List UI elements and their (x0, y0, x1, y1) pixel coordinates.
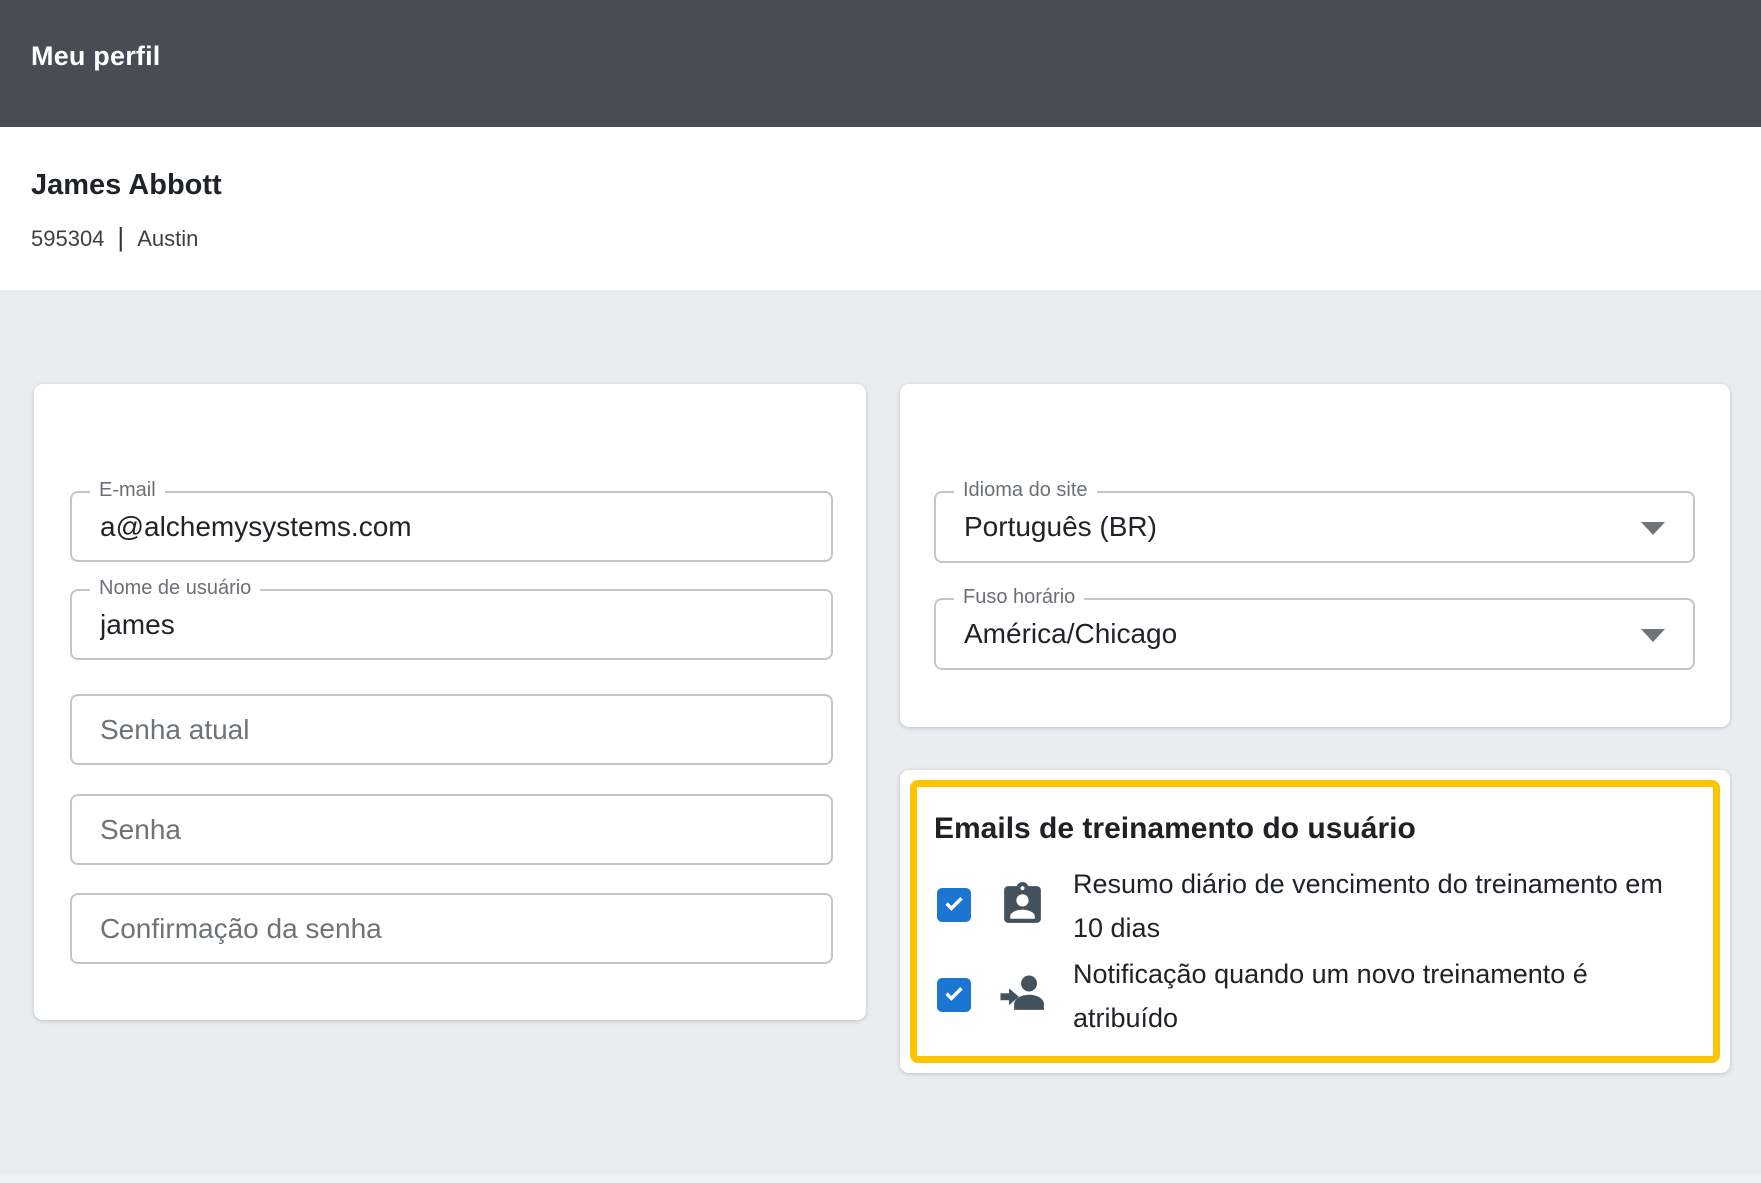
user-summary-band: James Abbott 595304 | Austin (0, 127, 1761, 290)
site-language-select[interactable]: Idioma do site Português (BR) (934, 491, 1695, 563)
email-field-wrapper: E-mail (70, 491, 833, 562)
meta-divider: | (117, 222, 124, 253)
new-training-text: Notificação quando um novo treinamento é… (1073, 952, 1673, 1040)
confirm-password-field-wrapper (70, 893, 833, 964)
checkmark-icon (941, 890, 967, 921)
new-password-field-wrapper (70, 794, 833, 865)
dropdown-arrow-icon (1641, 522, 1665, 535)
person-assigned-arrow-icon (998, 970, 1047, 1019)
new-training-option: Notificação quando um novo treinamento é… (937, 952, 1697, 1040)
current-password-field-wrapper (70, 694, 833, 765)
training-emails-card: Emails de treinamento do usuário Resumo … (900, 770, 1730, 1073)
username-field[interactable] (72, 591, 831, 658)
user-full-name: James Abbott (31, 169, 222, 202)
current-password-field[interactable] (72, 696, 831, 763)
username-field-wrapper: Nome de usuário (70, 589, 833, 660)
user-meta: 595304 | Austin (31, 223, 198, 254)
new-training-checkbox[interactable] (937, 978, 971, 1012)
timezone-value: América/Chicago (964, 600, 1177, 668)
dropdown-arrow-icon (1641, 629, 1665, 642)
site-language-value: Português (BR) (964, 493, 1157, 561)
daily-summary-checkbox[interactable] (937, 888, 971, 922)
user-site: Austin (137, 226, 198, 252)
new-password-field[interactable] (72, 796, 831, 863)
preferences-card: Preferências Idioma do site Português (B… (900, 384, 1730, 727)
checkmark-icon (941, 980, 967, 1011)
daily-summary-text: Resumo diário de vencimento do treinamen… (1073, 862, 1673, 950)
user-id: 595304 (31, 226, 104, 252)
email-field[interactable] (72, 493, 831, 560)
training-emails-title: Emails de treinamento do usuário (934, 812, 1416, 846)
viewport-bottom-strip (0, 1175, 1761, 1183)
confirm-password-field[interactable] (72, 895, 831, 962)
page-title: Meu perfil (31, 41, 161, 72)
access-info-card: Informações de Acesso E-mail Nome de usu… (34, 384, 866, 1020)
page-header: Meu perfil (0, 0, 1761, 127)
daily-summary-option: Resumo diário de vencimento do treinamen… (937, 862, 1697, 950)
timezone-select[interactable]: Fuso horário América/Chicago (934, 598, 1695, 670)
assignment-person-badge-icon (998, 880, 1047, 929)
